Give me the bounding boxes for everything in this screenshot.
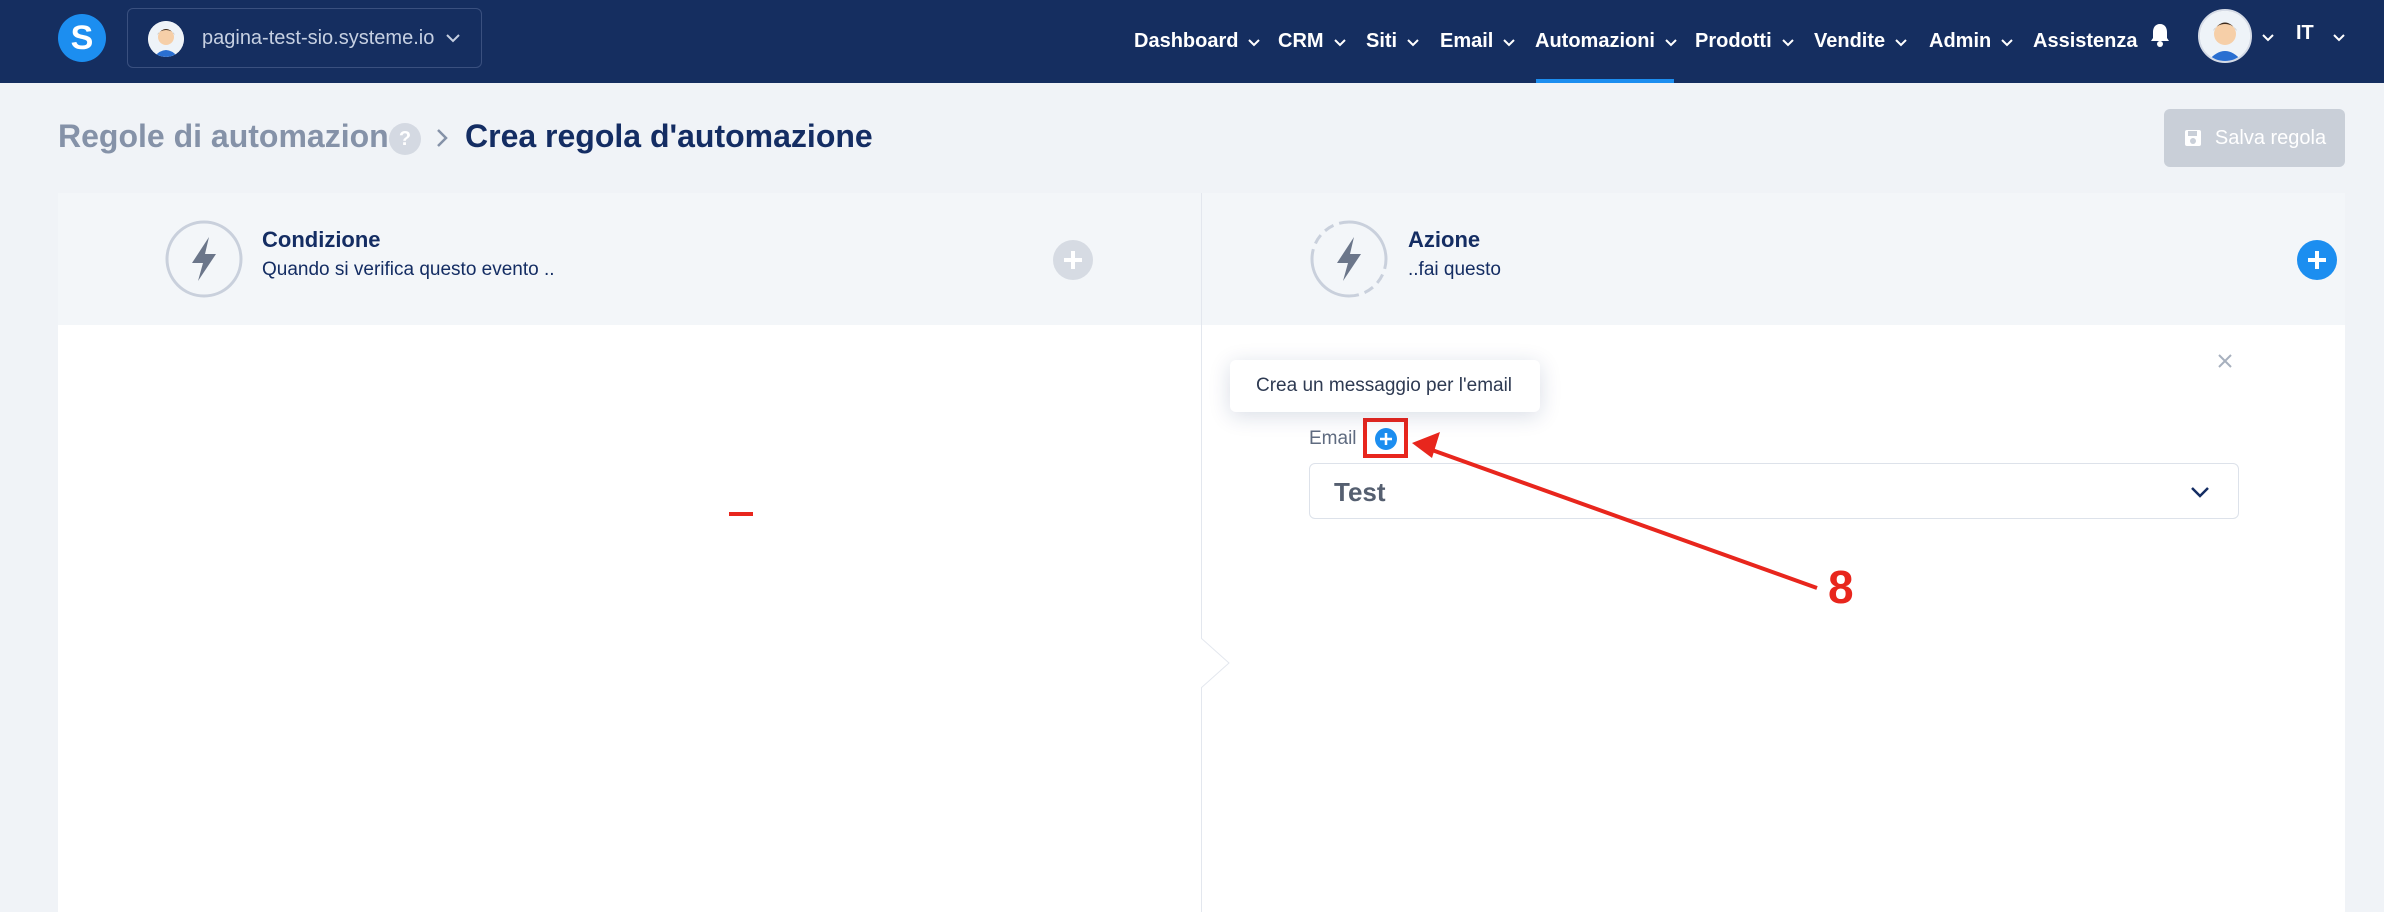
annotation-arrow (1412, 432, 1818, 590)
annotation-step-number: 8 (1828, 561, 1854, 613)
